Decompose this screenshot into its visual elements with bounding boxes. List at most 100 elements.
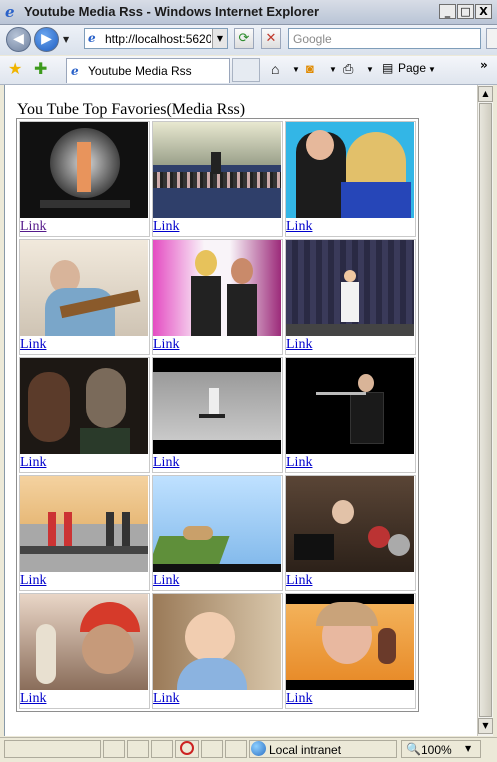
thumbnail-art	[388, 534, 410, 556]
video-link[interactable]: Link	[20, 691, 149, 707]
video-thumbnail[interactable]	[20, 358, 148, 454]
page-icon-cmd: ▤	[382, 61, 394, 75]
feeds-dropdown-icon[interactable]: ▼	[329, 65, 337, 74]
address-input[interactable]: http://localhost:56206	[105, 32, 211, 46]
video-thumbnail[interactable]	[153, 594, 281, 690]
video-link[interactable]: Link	[153, 219, 282, 235]
video-grid: Link Link Link Link Link Link Link Link …	[16, 118, 419, 712]
close-window-button[interactable]: X	[475, 4, 492, 19]
scroll-up-button[interactable]: ▲	[478, 86, 493, 102]
title-bar[interactable]: e Youtube Media Rss - Windows Internet E…	[0, 0, 497, 25]
video-link[interactable]: Link	[286, 573, 415, 589]
thumbnail-art	[36, 624, 56, 684]
page-heading: You Tube Top Favories(Media Rss)	[17, 101, 246, 118]
ie-logo-icon: e	[5, 3, 15, 21]
video-link[interactable]: Link	[286, 691, 415, 707]
video-link[interactable]: Link	[286, 219, 415, 235]
home-icon[interactable]: ⌂	[271, 61, 279, 77]
video-thumbnail[interactable]	[286, 122, 414, 218]
tab-bar: ★ ✚ e Youtube Media Rss ⌂ ▼ ◙ ▼ ⎙ ▼ ▤ Pa…	[0, 56, 497, 85]
video-thumbnail[interactable]	[20, 476, 148, 572]
video-link[interactable]: Link	[153, 573, 282, 589]
video-link[interactable]: Link	[153, 691, 282, 707]
video-thumbnail[interactable]	[286, 240, 414, 336]
tab-youtube-media-rss[interactable]: e Youtube Media Rss	[66, 58, 230, 83]
window-frame-right	[493, 85, 497, 736]
home-dropdown-icon[interactable]: ▼	[292, 65, 300, 74]
video-link[interactable]: Link	[20, 455, 149, 471]
window-title: Youtube Media Rss - Windows Internet Exp…	[24, 4, 320, 19]
page-dropdown-icon[interactable]: ▼	[428, 65, 436, 74]
thumbnail-art	[306, 130, 334, 160]
video-cell: Link	[19, 357, 150, 473]
thumbnail-art	[211, 152, 221, 174]
zoom-level[interactable]: 100%	[421, 743, 452, 757]
video-link[interactable]: Link	[153, 337, 282, 353]
video-thumbnail[interactable]	[153, 122, 281, 218]
grid-row: Link Link Link	[19, 121, 416, 237]
stop-button[interactable]: ✕	[261, 28, 281, 49]
video-link[interactable]: Link	[20, 337, 149, 353]
video-link[interactable]: Link	[20, 219, 149, 235]
address-bar[interactable]: e http://localhost:56206 ▼	[84, 28, 228, 49]
video-link[interactable]: Link	[153, 455, 282, 471]
thumbnail-art	[20, 546, 148, 554]
intranet-globe-icon	[251, 741, 266, 756]
status-panel	[103, 740, 125, 758]
video-thumbnail[interactable]	[153, 476, 281, 572]
forward-button[interactable]: ▶	[34, 27, 59, 52]
video-thumbnail[interactable]	[153, 358, 281, 454]
video-thumbnail[interactable]	[20, 240, 148, 336]
video-link[interactable]: Link	[20, 573, 149, 589]
thumbnail-art	[86, 368, 126, 428]
address-dropdown-icon[interactable]: ▼	[212, 29, 227, 48]
popup-blocked-icon[interactable]	[180, 741, 194, 755]
zoom-dropdown-icon[interactable]: ▼	[465, 744, 471, 753]
favorites-star-icon[interactable]: ★	[8, 59, 22, 78]
search-input[interactable]: Google	[293, 32, 332, 46]
thumbnail-art	[82, 624, 134, 674]
tab-label: Youtube Media Rss	[88, 64, 192, 78]
minimize-button[interactable]: _	[439, 4, 456, 19]
more-commands-chevron-icon[interactable]: »	[480, 58, 488, 72]
thumbnail-art	[191, 276, 221, 336]
feeds-icon[interactable]: ◙	[306, 61, 314, 76]
thumbnail-art	[368, 526, 390, 548]
video-thumbnail[interactable]	[286, 476, 414, 572]
vertical-scrollbar[interactable]: ▲ ▼	[477, 85, 493, 736]
video-cell: Link	[285, 475, 416, 591]
new-tab-button[interactable]	[232, 58, 260, 82]
status-panel	[201, 740, 223, 758]
video-cell: Link	[19, 121, 150, 237]
status-panel	[225, 740, 247, 758]
page-menu-button[interactable]: Page	[398, 61, 426, 75]
video-thumbnail[interactable]	[20, 122, 148, 218]
thumbnail-art	[80, 428, 130, 454]
recent-pages-dropdown-icon[interactable]: ▼	[63, 35, 69, 44]
search-button[interactable]	[486, 28, 497, 49]
video-cell: Link	[152, 475, 283, 591]
browser-window: e Youtube Media Rss - Windows Internet E…	[0, 0, 497, 762]
scroll-down-button[interactable]: ▼	[478, 718, 493, 734]
video-thumbnail[interactable]	[286, 358, 414, 454]
add-favorite-icon[interactable]: ✚	[34, 59, 47, 78]
zoom-icon[interactable]: 🔍	[406, 742, 421, 756]
back-button[interactable]: ◀	[6, 27, 31, 52]
status-panel	[127, 740, 149, 758]
maximize-button[interactable]: □	[457, 4, 474, 19]
refresh-button[interactable]: ⟳	[234, 28, 254, 49]
video-thumbnail[interactable]	[286, 594, 414, 690]
thumbnail-art	[294, 534, 334, 560]
video-link[interactable]: Link	[286, 337, 415, 353]
search-box[interactable]: Google	[288, 28, 481, 49]
status-bar: Local intranet 🔍 100% ▼	[0, 737, 497, 762]
video-thumbnail[interactable]	[153, 240, 281, 336]
print-icon[interactable]: ⎙	[343, 61, 353, 77]
status-panel	[151, 740, 173, 758]
thumbnail-art	[153, 172, 281, 188]
video-thumbnail[interactable]	[20, 594, 148, 690]
print-dropdown-icon[interactable]: ▼	[366, 65, 374, 74]
video-link[interactable]: Link	[286, 455, 415, 471]
scroll-thumb[interactable]	[479, 103, 492, 717]
thumbnail-art	[344, 270, 356, 282]
